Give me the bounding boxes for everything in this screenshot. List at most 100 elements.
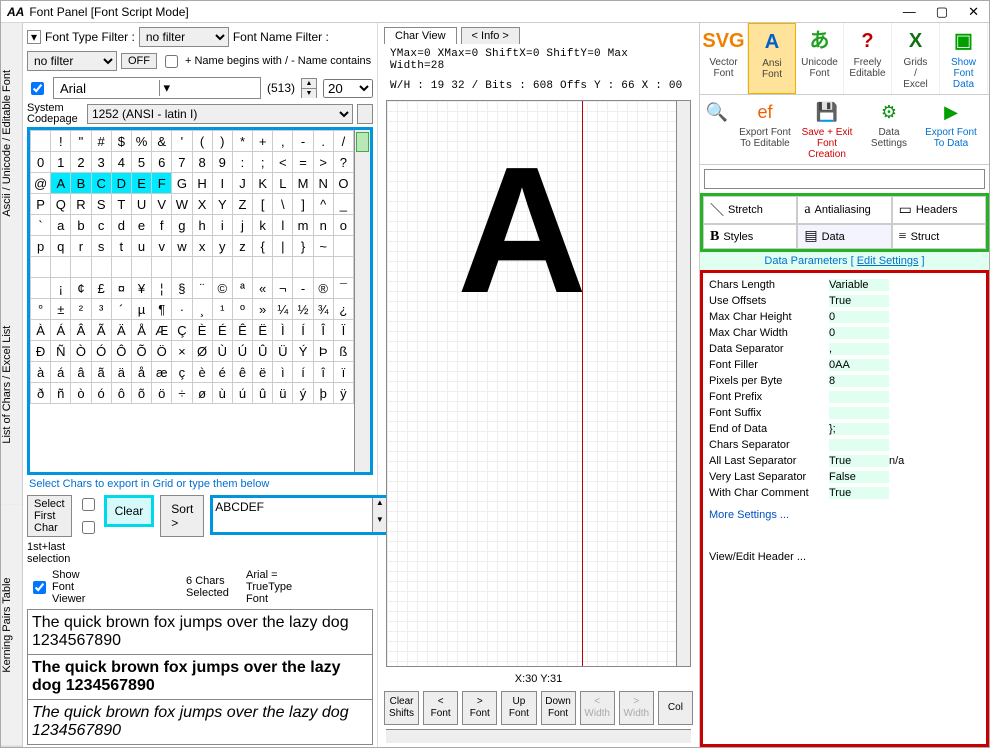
ribbon2-btn[interactable]: ▶Export Font To Data	[920, 97, 982, 162]
char-cell[interactable]: g	[172, 215, 192, 236]
ribbon-btn[interactable]: SVGVectorFont	[700, 23, 748, 94]
char-cell[interactable]	[152, 257, 172, 278]
char-cell[interactable]: v	[152, 236, 172, 257]
char-cell[interactable]: ¶	[152, 299, 172, 320]
char-cell[interactable]: æ	[152, 362, 172, 383]
char-cell[interactable]: =	[293, 152, 313, 173]
filter-off-button[interactable]: OFF	[121, 53, 157, 69]
character-grid[interactable]: !"#$%&'()*+,-./0123456789:;<=>?@ABCDEFGH…	[30, 130, 354, 472]
charview-btn[interactable]: DownFont	[541, 691, 576, 725]
char-cell[interactable]: º	[232, 299, 252, 320]
char-cell[interactable]: -	[293, 278, 313, 299]
char-cell[interactable]: W	[172, 194, 192, 215]
char-cell[interactable]: â	[71, 362, 91, 383]
char-cell[interactable]	[293, 257, 313, 278]
close-button[interactable]: ✕	[964, 4, 983, 20]
char-cell[interactable]: û	[253, 383, 273, 404]
char-cell[interactable]: 0	[31, 152, 51, 173]
char-cell[interactable]: j	[232, 215, 252, 236]
char-cell[interactable]: O	[333, 173, 353, 194]
char-cell[interactable]: Í	[293, 320, 313, 341]
char-cell[interactable]: Ó	[91, 341, 111, 362]
edit-settings-link[interactable]: Edit Settings	[857, 255, 919, 267]
char-cell[interactable]: B	[71, 173, 91, 194]
canvas-vscroll[interactable]	[676, 101, 690, 666]
char-cell[interactable]: Ô	[111, 341, 131, 362]
char-cell[interactable]: I	[212, 173, 232, 194]
char-cell[interactable]: >	[313, 152, 333, 173]
ribbon2-btn[interactable]: ⚙Data Settings	[858, 97, 920, 162]
char-cell[interactable]: Ñ	[51, 341, 71, 362]
char-cell[interactable]: *	[232, 131, 252, 152]
char-cell[interactable]	[31, 257, 51, 278]
char-cell[interactable]: :	[232, 152, 252, 173]
char-cell[interactable]	[232, 257, 252, 278]
char-cell[interactable]: ö	[152, 383, 172, 404]
char-cell[interactable]: [	[253, 194, 273, 215]
char-cell[interactable]: a	[51, 215, 71, 236]
char-cell[interactable]: ©	[212, 278, 232, 299]
codepage-extra-button[interactable]	[357, 104, 373, 124]
char-cell[interactable]: i	[212, 215, 232, 236]
char-cell[interactable]: V	[152, 194, 172, 215]
char-cell[interactable]: %	[131, 131, 151, 152]
char-cell[interactable]: 9	[212, 152, 232, 173]
char-cell[interactable]: s	[91, 236, 111, 257]
font-type-toggle[interactable]: ▾	[27, 30, 41, 44]
char-cell[interactable]: 3	[91, 152, 111, 173]
char-cell[interactable]: í	[293, 362, 313, 383]
char-cell[interactable]: ô	[111, 383, 131, 404]
char-cell[interactable]: ¯	[333, 278, 353, 299]
char-cell[interactable]: É	[212, 320, 232, 341]
char-cell[interactable]: @	[31, 173, 51, 194]
char-cell[interactable]: |	[273, 236, 293, 257]
char-cell[interactable]: È	[192, 320, 212, 341]
char-cell[interactable]: _	[333, 194, 353, 215]
char-cell[interactable]: ×	[172, 341, 192, 362]
param-tab[interactable]: BStyles	[703, 224, 797, 249]
char-cell[interactable]: Æ	[152, 320, 172, 341]
select-first-char-button[interactable]: Select First Char	[27, 495, 72, 537]
char-cell[interactable]: ¦	[152, 278, 172, 299]
char-cell[interactable]: Q	[51, 194, 71, 215]
char-cell[interactable]	[131, 257, 151, 278]
char-cell[interactable]: ®	[313, 278, 333, 299]
maximize-button[interactable]: ▢	[932, 4, 952, 20]
char-cell[interactable]: -	[293, 131, 313, 152]
tab-info[interactable]: < Info >	[461, 27, 520, 44]
char-cell[interactable]: þ	[313, 383, 333, 404]
char-cell[interactable]: Ð	[31, 341, 51, 362]
search-input[interactable]	[704, 169, 985, 189]
char-cell[interactable]: 5	[131, 152, 151, 173]
param-tab[interactable]: ▤Data	[797, 224, 891, 249]
char-cell[interactable]: »	[253, 299, 273, 320]
show-font-viewer-checkbox[interactable]	[33, 581, 46, 594]
selected-chars-input[interactable]: ABCDEF	[213, 498, 372, 532]
char-cell[interactable]: M	[293, 173, 313, 194]
char-cell[interactable]	[51, 257, 71, 278]
char-cell[interactable]: D	[111, 173, 131, 194]
char-cell[interactable]: ø	[192, 383, 212, 404]
char-cell[interactable]: !	[51, 131, 71, 152]
char-cell[interactable]: 6	[152, 152, 172, 173]
char-cell[interactable]: ¾	[313, 299, 333, 320]
char-cell[interactable]: #	[91, 131, 111, 152]
char-cell[interactable]: G	[172, 173, 192, 194]
char-cell[interactable]: ë	[253, 362, 273, 383]
char-cell[interactable]: ð	[31, 383, 51, 404]
char-cell[interactable]	[31, 131, 51, 152]
char-cell[interactable]: n	[313, 215, 333, 236]
char-cell[interactable]: ²	[71, 299, 91, 320]
char-cell[interactable]: ¢	[71, 278, 91, 299]
char-cell[interactable]: ¡	[51, 278, 71, 299]
char-canvas[interactable]: A	[386, 100, 691, 667]
char-cell[interactable]: Ë	[253, 320, 273, 341]
font-size-select[interactable]: 20	[323, 79, 373, 98]
char-cell[interactable]: ¹	[212, 299, 232, 320]
char-cell[interactable]: ª	[232, 278, 252, 299]
char-cell[interactable]: K	[253, 173, 273, 194]
char-cell[interactable]: f	[152, 215, 172, 236]
char-cell[interactable]: `	[31, 215, 51, 236]
ribbon-btn[interactable]: ?FreelyEditable	[844, 23, 892, 94]
char-cell[interactable]: 4	[111, 152, 131, 173]
